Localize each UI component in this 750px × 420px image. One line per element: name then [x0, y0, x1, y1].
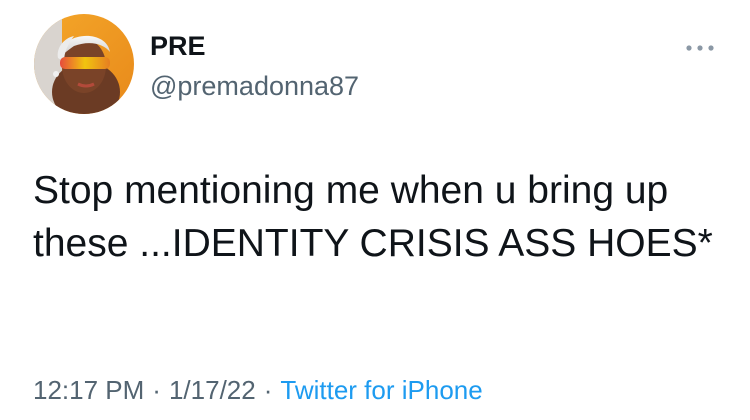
meta-separator: ·	[152, 375, 161, 405]
more-options-icon	[686, 45, 714, 51]
more-options-button[interactable]	[680, 30, 720, 66]
tweet-text: Stop mentioning me when u bring up these…	[33, 169, 713, 265]
author-handle[interactable]: @premadonna87	[150, 70, 359, 102]
tweet-meta: 12:17 PM · 1/17/22 · Twitter for iPhone	[33, 373, 483, 407]
tweet-card: PRE @premadonna87 Stop mentioning me whe…	[0, 0, 750, 420]
meta-separator: ·	[263, 375, 273, 405]
tweet-date[interactable]: 1/17/22	[169, 375, 256, 405]
tweet-time[interactable]: 12:17 PM	[33, 375, 144, 405]
profile-avatar-image	[34, 14, 134, 114]
author-display-name[interactable]: PRE	[150, 30, 206, 62]
avatar[interactable]	[34, 14, 134, 114]
tweet-source-link[interactable]: Twitter for iPhone	[280, 375, 482, 405]
